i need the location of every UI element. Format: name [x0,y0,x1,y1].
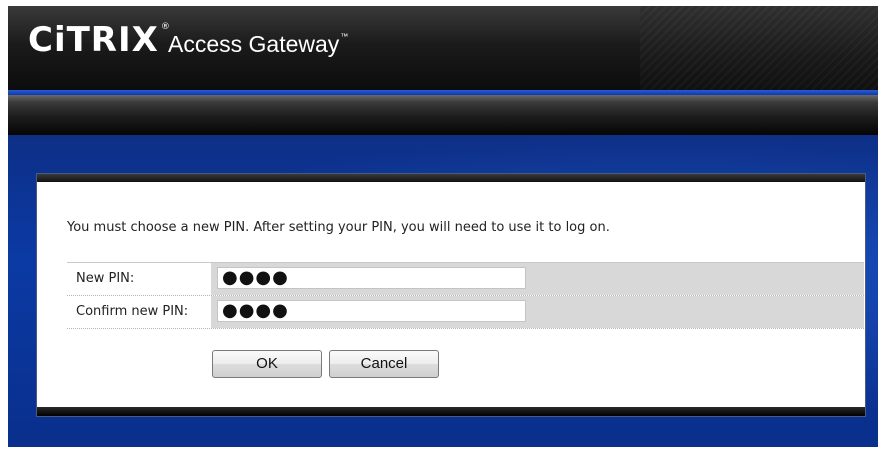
confirm-pin-row: Confirm new PIN: ●●●● [67,296,864,329]
new-pin-row: New PIN: ●●●● [67,263,864,296]
pin-dialog: You must choose a new PIN. After setting… [36,173,866,417]
cancel-button[interactable]: Cancel [329,350,439,378]
brand-name: CiTRIX [28,20,159,60]
toolbar-band [8,95,878,135]
header-decoration [640,6,878,90]
ok-button[interactable]: OK [212,350,322,378]
dialog-bottom-bar [37,407,865,416]
confirm-pin-cell: ●●●● [211,296,864,328]
app-window: CiTRIX ® Access Gateway™ You must choose … [8,6,878,447]
confirm-pin-label: Confirm new PIN: [67,296,211,328]
instructions-text: You must choose a new PIN. After setting… [67,220,610,235]
pin-form: New PIN: ●●●● Confirm new PIN: ●●●● [67,262,864,329]
product-name: Access Gateway™ [168,33,348,56]
trademark-mark: ™ [340,32,349,41]
confirm-pin-input[interactable]: ●●●● [217,300,526,322]
new-pin-cell: ●●●● [211,263,864,295]
product-title: Access Gateway [168,31,340,57]
dialog-top-bar [37,174,865,182]
header: CiTRIX ® Access Gateway™ [8,6,878,90]
new-pin-label: New PIN: [67,263,211,295]
citrix-logo: CiTRIX ® [28,20,171,60]
new-pin-input[interactable]: ●●●● [217,267,526,289]
